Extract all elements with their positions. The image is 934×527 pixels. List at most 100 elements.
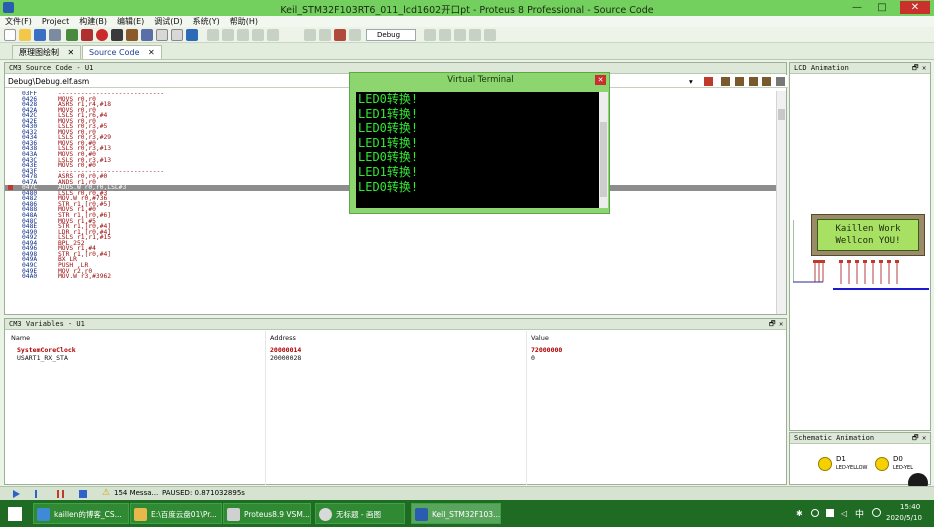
clean-icon[interactable] xyxy=(349,29,361,41)
menu-help[interactable]: 帮助(H) xyxy=(225,16,263,27)
list-icon[interactable] xyxy=(156,29,168,41)
windows-taskbar: kaillen的博客_CS... E:\百度云盘01\Pr... Proteus… xyxy=(0,500,934,527)
pause-icon[interactable] xyxy=(57,490,64,498)
task-browser[interactable]: kaillen的博客_CS... xyxy=(33,503,129,524)
play-icon[interactable] xyxy=(13,490,20,498)
minimize-button[interactable]: — xyxy=(847,1,867,14)
cut-icon[interactable] xyxy=(222,29,234,41)
tray-volume-icon[interactable]: ◁ xyxy=(841,509,847,518)
maximize-button[interactable]: □ xyxy=(872,1,892,14)
tray-network-icon[interactable] xyxy=(811,509,819,517)
delete-icon[interactable] xyxy=(267,29,279,41)
warning-icon: ⚠ xyxy=(102,488,111,498)
options-icon[interactable] xyxy=(776,77,785,86)
schematic-pane-header: Schematic Animation 🗗 ✕ xyxy=(790,433,930,444)
run-to-cursor-icon[interactable] xyxy=(762,77,771,86)
lcd-close-icon[interactable]: ✕ xyxy=(922,63,926,74)
board-icon[interactable] xyxy=(141,29,153,41)
task-paint[interactable]: 无标题 - 画图 xyxy=(315,503,405,524)
task-proteus-vsm[interactable]: Proteus8.9 VSM... xyxy=(223,503,311,524)
step-over-icon[interactable] xyxy=(721,77,730,86)
schematic-close-icon[interactable]: ✕ xyxy=(922,433,926,444)
find-next-icon[interactable] xyxy=(469,29,481,41)
help-icon[interactable] xyxy=(186,29,198,41)
menu-project[interactable]: Project xyxy=(37,16,74,27)
tab-source-code[interactable]: Source Code ✕ xyxy=(82,45,162,59)
source-scroll-thumb[interactable] xyxy=(778,109,785,120)
paste-icon[interactable] xyxy=(252,29,264,41)
col-header-address[interactable]: Address xyxy=(270,334,296,342)
lcd-pin-icon[interactable]: 🗗 xyxy=(912,63,919,74)
variables-table: Name Address Value SystemCoreClock 20000… xyxy=(5,331,788,485)
step-into-icon[interactable] xyxy=(735,77,744,86)
component-icon[interactable] xyxy=(126,29,138,41)
task-proteus-vsm-label: Proteus8.9 VSM... xyxy=(244,510,310,519)
terminal-screen[interactable]: LED0转换! LED1转换! LED0转换! LED1转换! LED0转换! LED1转… xyxy=(356,92,599,208)
menu-bar: 文件(F) Project 构建(B) 编辑(E) 调试(D) 系统(Y) 帮助(H) xyxy=(0,16,934,27)
schematic-pin-icon[interactable]: 🗗 xyxy=(912,433,919,444)
tab-schematic-close-icon[interactable]: ✕ xyxy=(68,48,75,57)
replace-icon[interactable] xyxy=(484,29,496,41)
menu-edit[interactable]: 编辑(E) xyxy=(112,16,149,27)
led-d0-part: LED-YEL xyxy=(893,465,914,471)
messages-count[interactable]: 154 Messa... xyxy=(114,487,158,500)
copy-icon[interactable] xyxy=(237,29,249,41)
build-config-select[interactable]: Debug xyxy=(366,29,416,41)
virtual-terminal-window[interactable]: Virtual Terminal ✕ LED0转换! LED1转换! LED0转换!… xyxy=(349,72,610,214)
clock-date[interactable]: 2020/5/10 xyxy=(886,514,922,522)
tab-source-code-close-icon[interactable]: ✕ xyxy=(148,48,155,57)
menu-file[interactable]: 文件(F) xyxy=(0,16,37,27)
code-line[interactable]: 04A0 MOV.W r3,#3962 xyxy=(5,274,776,280)
variable-name: USART1_RX_STA xyxy=(17,354,68,362)
find-icon[interactable] xyxy=(454,29,466,41)
col-header-value[interactable]: Value xyxy=(531,334,549,342)
variables-close-icon[interactable]: ✕ xyxy=(779,319,783,330)
undo-icon[interactable] xyxy=(424,29,436,41)
menu-build[interactable]: 构建(B) xyxy=(74,16,112,27)
browser-icon xyxy=(37,508,50,521)
build-config-value: Debug xyxy=(377,31,401,39)
schematic-icon[interactable] xyxy=(81,29,93,41)
print-icon[interactable] xyxy=(207,29,219,41)
breakpoint-arrow-icon[interactable] xyxy=(8,185,13,191)
document-window-icon xyxy=(227,508,240,521)
task-explorer[interactable]: E:\百度云盘01\Pr... xyxy=(130,503,222,524)
pin-icon[interactable]: 🗗 xyxy=(769,319,776,330)
chevron-down-icon[interactable]: ▾ xyxy=(689,75,693,88)
tray-bluetooth-icon[interactable]: ✱ xyxy=(796,509,803,518)
task-browser-label: kaillen的博客_CS... xyxy=(54,510,122,519)
redo-icon[interactable] xyxy=(439,29,451,41)
stop-icon[interactable] xyxy=(96,29,108,41)
build-icon[interactable] xyxy=(304,29,316,41)
toggle-breakpoint-icon[interactable] xyxy=(704,77,713,86)
home-icon[interactable] xyxy=(66,29,78,41)
windows-start-icon[interactable] xyxy=(8,507,22,521)
stop-square-icon[interactable] xyxy=(79,490,87,498)
task-proteus-main[interactable]: Keil_STM32F103... xyxy=(411,503,501,524)
source-scrollbar[interactable] xyxy=(776,91,786,314)
clock-time[interactable]: 15:40 xyxy=(900,503,920,511)
close-button[interactable]: ✕ xyxy=(900,1,930,14)
menu-debug[interactable]: 调试(D) xyxy=(149,16,187,27)
tray-battery-icon[interactable] xyxy=(826,509,834,517)
step-out-icon[interactable] xyxy=(749,77,758,86)
new-file-icon[interactable] xyxy=(4,29,16,41)
step-icon[interactable] xyxy=(111,29,123,41)
step-play-icon[interactable] xyxy=(35,490,43,498)
debug-bug-icon[interactable] xyxy=(334,29,346,41)
close-project-icon[interactable] xyxy=(49,29,61,41)
terminal-close-button[interactable]: ✕ xyxy=(595,75,606,85)
table-row[interactable]: SystemCoreClock 20000014 72000000 xyxy=(5,346,788,354)
ime-indicator[interactable]: 中 xyxy=(855,507,864,520)
document-icon[interactable] xyxy=(171,29,183,41)
tab-schematic[interactable]: 原理图绘制 ✕ xyxy=(12,45,82,59)
save-icon[interactable] xyxy=(34,29,46,41)
terminal-scroll-thumb[interactable] xyxy=(600,122,607,197)
led-d1-ref: D1 xyxy=(836,455,846,463)
menu-system[interactable]: 系统(Y) xyxy=(188,16,225,27)
col-header-name[interactable]: Name xyxy=(11,334,30,342)
terminal-scrollbar[interactable] xyxy=(599,92,608,208)
table-row[interactable]: USART1_RX_STA 20000028 0 xyxy=(5,354,788,362)
rebuild-icon[interactable] xyxy=(319,29,331,41)
open-folder-icon[interactable] xyxy=(19,29,31,41)
